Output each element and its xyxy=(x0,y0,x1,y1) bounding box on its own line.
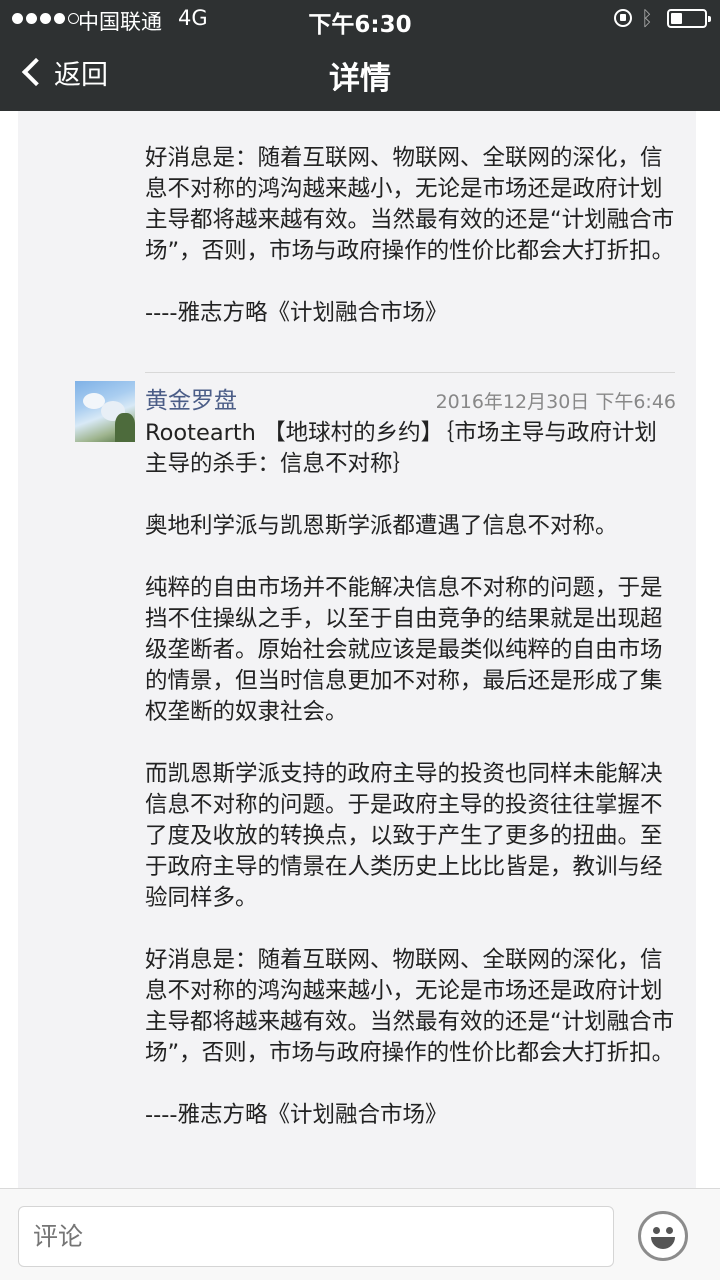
comment-paragraph: Rootearth 【地球村的乡约】｛市场主导与政府计划主导的杀手：信息不对称｝ xyxy=(145,420,657,477)
comment-thread[interactable]: 好消息是：随着互联网、物联网、全联网的深化，信息不对称的鸿沟越来越小，无论是市场… xyxy=(18,111,696,1188)
comment-input-bar xyxy=(0,1188,720,1280)
comment-timestamp: 2016年12月30日 下午6:46 xyxy=(435,391,676,413)
battery-icon xyxy=(667,9,711,28)
comment-signature: ----雅志方略《计划融合市场》 xyxy=(145,1102,448,1128)
top-bar: 中国联通 4G 下午6:30 ᛒ 返回 详情 xyxy=(0,0,720,111)
comment-paragraph: 好消息是：随着互联网、物联网、全联网的深化，信息不对称的鸿沟越来越小，无论是市场… xyxy=(145,947,675,1066)
comment-body: Rootearth 【地球村的乡约】｛市场主导与政府计划主导的杀手：信息不对称｝… xyxy=(145,418,675,1162)
emoji-smile-icon[interactable] xyxy=(638,1211,688,1261)
comment-paragraph: 奥地利学派与凯恩斯学派都遭遇了信息不对称。 xyxy=(145,513,618,539)
status-bar: 中国联通 4G 下午6:30 ᛒ xyxy=(0,0,720,38)
comment-paragraph: 好消息是：随着互联网、物联网、全联网的深化，信息不对称的鸿沟越来越小，无论是市场… xyxy=(145,145,675,264)
avatar[interactable] xyxy=(75,381,135,442)
comment-input[interactable] xyxy=(18,1206,614,1267)
bluetooth-icon: ᛒ xyxy=(641,6,653,30)
comment-signature: ----雅志方略《计划融合市场》 xyxy=(145,300,448,326)
nav-bar: 返回 详情 xyxy=(0,36,720,111)
rotation-lock-icon xyxy=(614,9,632,27)
comment-paragraph: 纯粹的自由市场并不能解决信息不对称的问题，于是挡不住操纵之手，以至于自由竞争的结… xyxy=(145,575,663,725)
comment-author[interactable]: 黄金罗盘 xyxy=(145,381,237,415)
comment-paragraph: 而凯恩斯学派支持的政府主导的投资也同样未能解决信息不对称的问题。于是政府主导的投… xyxy=(145,761,663,911)
comment-divider xyxy=(145,372,675,373)
page-title: 详情 xyxy=(329,61,391,97)
previous-comment: 好消息是：随着互联网、物联网、全联网的深化，信息不对称的鸿沟越来越小，无论是市场… xyxy=(145,143,675,360)
status-time: 下午6:30 xyxy=(308,12,412,38)
